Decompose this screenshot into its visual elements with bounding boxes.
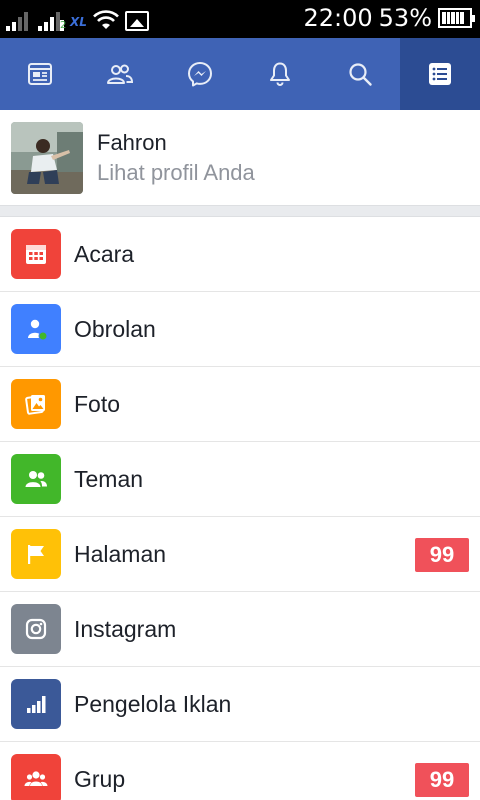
tab-search[interactable]	[320, 38, 400, 110]
menu-item-label: Pengelola Iklan	[74, 690, 232, 717]
image-notification-icon	[124, 11, 149, 31]
menu-list-icon	[429, 63, 451, 85]
battery-segment	[460, 12, 464, 24]
friends-icon	[107, 64, 134, 84]
menu-item-instagram[interactable]: Instagram	[0, 592, 480, 667]
menu-item-teman[interactable]: Teman	[0, 442, 480, 517]
battery-icon	[438, 8, 475, 28]
friends-icon	[11, 454, 61, 504]
signal-2-icon: 2	[38, 11, 67, 31]
menu-item-label: Halaman	[74, 540, 167, 567]
sim-slot-number: 2	[60, 20, 67, 31]
ads-chart-icon	[11, 679, 61, 729]
avatar[interactable]	[11, 121, 83, 194]
battery-segment	[465, 12, 469, 24]
notification-count-badge: 99	[415, 763, 469, 797]
calendar-icon	[11, 229, 61, 279]
carrier-logo-icon: XL	[70, 15, 87, 29]
status-icons-right: 22:00 53%	[303, 4, 475, 32]
menu-item-foto[interactable]: Foto	[0, 367, 480, 442]
tab-friend-requests[interactable]	[80, 38, 160, 110]
top-nav-bar	[0, 38, 480, 110]
chat-person-icon	[11, 304, 61, 354]
menu-item-label: Foto	[74, 390, 121, 417]
search-icon	[349, 63, 372, 86]
news-feed-icon	[28, 63, 52, 85]
menu-item-pengelola-iklan[interactable]: Pengelola Iklan	[0, 667, 480, 742]
battery-segment	[451, 12, 455, 24]
profile-text: Fahron Lihat profil Anda	[97, 128, 255, 188]
profile-row[interactable]: Fahron Lihat profil Anda	[0, 110, 480, 205]
menu-item-label: Grup	[74, 765, 126, 792]
menu-item-halaman[interactable]: Halaman 99	[0, 517, 480, 592]
menu-item-obrolan[interactable]: Obrolan	[0, 292, 480, 367]
section-divider	[0, 205, 480, 217]
status-bar: 2 XL 22:00 53%	[0, 0, 480, 38]
menu-item-label: Instagram	[74, 615, 177, 642]
messenger-icon	[188, 62, 212, 87]
menu-item-label: Teman	[74, 465, 144, 492]
profile-name[interactable]: Fahron	[97, 128, 255, 158]
tab-news-feed[interactable]	[0, 38, 80, 110]
tab-menu[interactable]	[400, 38, 480, 110]
menu-list: Acara Obrolan Foto Teman Halaman 99 Inst…	[0, 217, 480, 800]
menu-item-label: Obrolan	[74, 315, 156, 342]
battery-segment	[442, 12, 446, 24]
battery-segment	[455, 12, 459, 24]
clock: 22:00	[303, 4, 373, 32]
view-profile-link[interactable]: Lihat profil Anda	[97, 158, 255, 188]
menu-item-grup[interactable]: Grup 99	[0, 742, 480, 800]
tab-messenger[interactable]	[160, 38, 240, 110]
wifi-icon	[92, 10, 119, 29]
bell-icon	[270, 62, 290, 86]
instagram-icon	[11, 604, 61, 654]
battery-percent: 53%	[378, 4, 432, 32]
photos-icon	[11, 379, 61, 429]
flag-icon	[11, 529, 61, 579]
avatar-photo	[11, 121, 83, 194]
groups-icon	[11, 754, 61, 800]
signal-1-icon	[6, 11, 32, 31]
carrier-label: XL	[70, 15, 87, 29]
tab-notifications[interactable]	[240, 38, 320, 110]
battery-segment	[446, 12, 450, 24]
menu-item-acara[interactable]: Acara	[0, 217, 480, 292]
status-icons-left: 2 XL	[6, 7, 149, 31]
menu-item-label: Acara	[74, 240, 135, 267]
notification-count-badge: 99	[415, 538, 469, 572]
